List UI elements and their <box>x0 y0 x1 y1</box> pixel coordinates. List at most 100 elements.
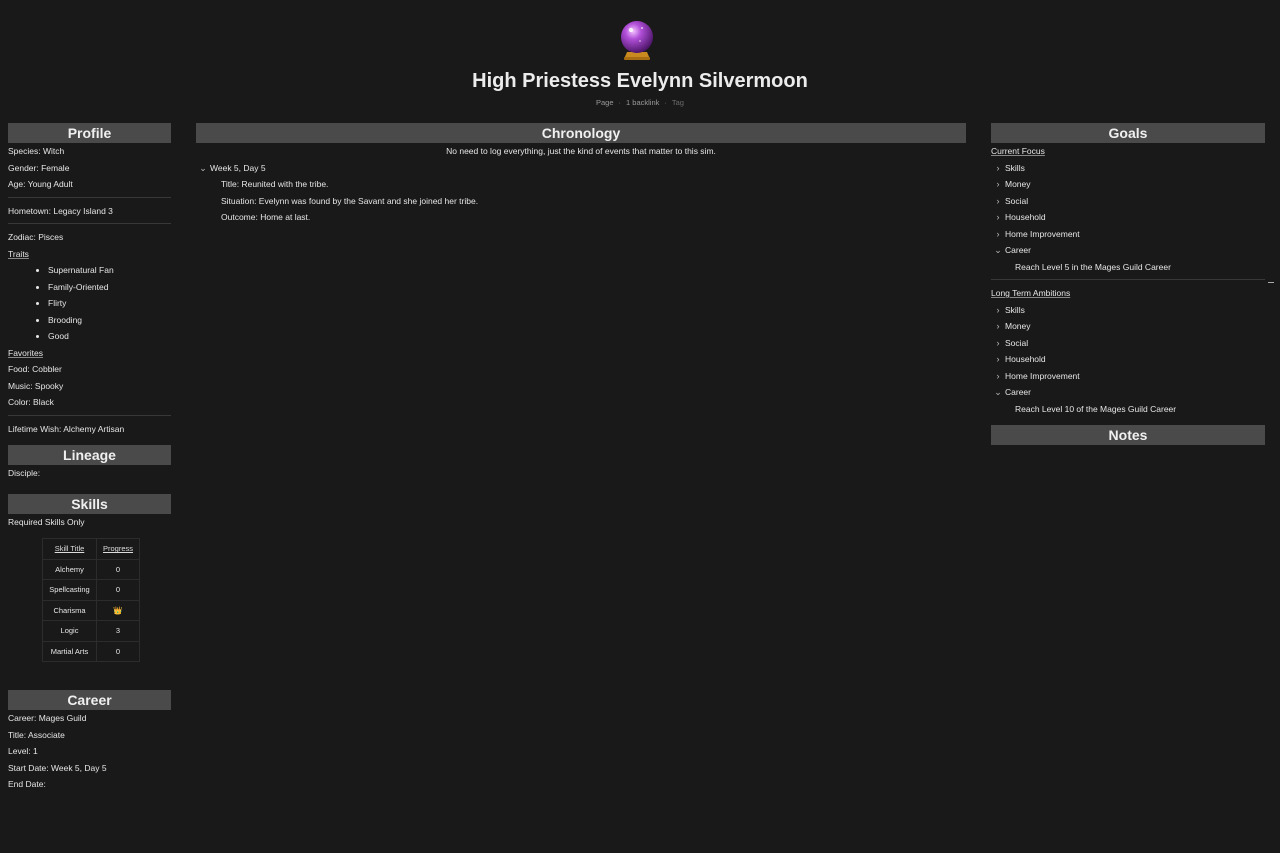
goal-toggle-career[interactable]: ⌄ Career <box>991 242 1265 259</box>
chevron-down-icon[interactable]: ⌄ <box>991 242 1005 259</box>
page-title[interactable]: High Priestess Evelynn Silvermoon <box>0 70 1280 93</box>
skill-name-cell[interactable]: Charisma <box>42 599 97 621</box>
ambition-toggle-label[interactable]: Household <box>1005 351 1046 368</box>
chronology-entry-toggle[interactable]: ⌄ Week 5, Day 5 <box>196 160 966 177</box>
traits-list: Supernatural Fan Family-Oriented Flirty … <box>8 262 171 345</box>
career-title-line[interactable]: Title: Associate <box>8 727 171 744</box>
goal-toggle-household[interactable]: › Household <box>991 209 1265 226</box>
goal-toggle-label[interactable]: Skills <box>1005 160 1025 177</box>
zodiac-line[interactable]: Zodiac: Pisces <box>8 229 171 246</box>
age-line[interactable]: Age: Young Adult <box>8 176 171 193</box>
ambition-toggle-home-improvement[interactable]: › Home Improvement <box>991 368 1265 385</box>
ambition-toggle-label[interactable]: Career <box>1005 384 1031 401</box>
ambition-toggle-career[interactable]: ⌄ Career <box>991 384 1265 401</box>
chronology-entry-label[interactable]: Week 5, Day 5 <box>210 160 266 177</box>
right-column: Goals Current Focus › Skills › Money › Soci… <box>991 123 1265 445</box>
chevron-right-icon[interactable]: › <box>991 193 1005 210</box>
lineage-header: Lineage <box>8 445 171 465</box>
trait-item[interactable]: Supernatural Fan <box>48 262 171 279</box>
chevron-right-icon[interactable]: › <box>991 226 1005 243</box>
ambition-toggle-money[interactable]: › Money <box>991 318 1265 335</box>
long-term-career-goal[interactable]: Reach Level 10 of the Mages Guild Career <box>991 401 1265 418</box>
skill-name-cell[interactable]: Spellcasting <box>42 579 97 601</box>
goal-toggle-label[interactable]: Household <box>1005 209 1046 226</box>
ambition-toggle-social[interactable]: › Social <box>991 335 1265 352</box>
chevron-down-icon[interactable]: ⌄ <box>991 384 1005 401</box>
goal-toggle-label[interactable]: Social <box>1005 193 1028 210</box>
divider <box>8 223 171 224</box>
current-focus-label[interactable]: Current Focus <box>991 143 1265 160</box>
goal-toggle-label[interactable]: Career <box>1005 242 1031 259</box>
traits-label[interactable]: Traits <box>8 246 171 263</box>
skill-progress-cell[interactable]: 0 <box>95 640 141 662</box>
chevron-right-icon[interactable]: › <box>991 176 1005 193</box>
chevron-right-icon[interactable]: › <box>991 209 1005 226</box>
color-line[interactable]: Color: Black <box>8 394 171 411</box>
table-row: Logic 3 <box>42 620 141 642</box>
skill-progress-cell[interactable]: 👑 <box>95 599 141 621</box>
tag-placeholder[interactable]: Tag <box>672 98 684 107</box>
backlink-link[interactable]: 1 backlink <box>626 98 659 107</box>
skills-subtitle[interactable]: Required Skills Only <box>8 514 171 531</box>
ambition-toggle-label[interactable]: Home Improvement <box>1005 368 1080 385</box>
long-term-ambitions-label[interactable]: Long Term Ambitions <box>991 285 1265 302</box>
trait-item[interactable]: Flirty <box>48 295 171 312</box>
ambition-toggle-label[interactable]: Social <box>1005 335 1028 352</box>
trait-item[interactable]: Good <box>48 328 171 345</box>
gender-line[interactable]: Gender: Female <box>8 160 171 177</box>
trait-item[interactable]: Brooding <box>48 312 171 329</box>
skill-name-cell[interactable]: Alchemy <box>42 558 97 580</box>
career-end-date-line[interactable]: End Date: <box>8 776 171 793</box>
trait-item[interactable]: Family-Oriented <box>48 279 171 296</box>
current-career-goal[interactable]: Reach Level 5 in the Mages Guild Career <box>991 259 1265 276</box>
chevron-right-icon[interactable]: › <box>991 368 1005 385</box>
music-line[interactable]: Music: Spooky <box>8 378 171 395</box>
goal-toggle-home-improvement[interactable]: › Home Improvement <box>991 226 1265 243</box>
goal-toggle-social[interactable]: › Social <box>991 193 1265 210</box>
skill-progress-cell[interactable]: 0 <box>95 579 141 601</box>
goal-toggle-label[interactable]: Money <box>1005 176 1031 193</box>
page-type-label: Page <box>596 98 614 107</box>
lifetime-wish-line[interactable]: Lifetime Wish: Alchemy Artisan <box>8 421 171 438</box>
career-start-date-line[interactable]: Start Date: Week 5, Day 5 <box>8 760 171 777</box>
skill-title-column-header[interactable]: Skill Title <box>42 538 97 560</box>
chevron-right-icon[interactable]: › <box>991 318 1005 335</box>
table-row: Spellcasting 0 <box>42 579 141 601</box>
chevron-down-icon[interactable]: ⌄ <box>196 160 210 177</box>
career-level-line[interactable]: Level: 1 <box>8 743 171 760</box>
skill-progress-cell[interactable]: 0 <box>95 558 141 580</box>
chevron-right-icon[interactable]: › <box>991 302 1005 319</box>
chronology-subtitle[interactable]: No need to log everything, just the kind… <box>196 143 966 160</box>
skill-name-cell[interactable]: Martial Arts <box>42 640 97 662</box>
hometown-line[interactable]: Hometown: Legacy Island 3 <box>8 203 171 220</box>
chevron-right-icon[interactable]: › <box>991 160 1005 177</box>
disciple-line[interactable]: Disciple: <box>8 465 171 482</box>
favorites-label[interactable]: Favorites <box>8 345 171 362</box>
food-line[interactable]: Food: Cobbler <box>8 361 171 378</box>
goal-toggle-label[interactable]: Home Improvement <box>1005 226 1080 243</box>
ambition-toggle-household[interactable]: › Household <box>991 351 1265 368</box>
chevron-right-icon[interactable]: › <box>991 335 1005 352</box>
scroll-indicator[interactable] <box>1268 282 1274 283</box>
career-line[interactable]: Career: Mages Guild <box>8 710 171 727</box>
skills-header: Skills <box>8 493 171 514</box>
skill-progress-cell[interactable]: 3 <box>95 620 141 642</box>
ambition-toggle-label[interactable]: Skills <box>1005 302 1025 319</box>
entry-outcome-line[interactable]: Outcome: Home at last. <box>196 209 966 226</box>
goal-toggle-skills[interactable]: › Skills <box>991 160 1265 177</box>
ambition-toggle-skills[interactable]: › Skills <box>991 302 1265 319</box>
skill-name-cell[interactable]: Logic <box>42 620 97 642</box>
table-row: Charisma 👑 <box>42 599 141 621</box>
goals-header: Goals <box>991 123 1265 143</box>
crystal-ball-icon[interactable] <box>618 19 656 61</box>
chevron-right-icon[interactable]: › <box>991 351 1005 368</box>
table-header-row: Skill Title Progress <box>42 538 141 560</box>
entry-situation-line[interactable]: Situation: Evelynn was found by the Sava… <box>196 193 966 210</box>
entry-title-line[interactable]: Title: Reunited with the tribe. <box>196 176 966 193</box>
species-line[interactable]: Species: Witch <box>8 143 171 160</box>
ambition-toggle-label[interactable]: Money <box>1005 318 1031 335</box>
profile-header: Profile <box>8 123 171 143</box>
goal-toggle-money[interactable]: › Money <box>991 176 1265 193</box>
progress-column-header[interactable]: Progress <box>95 538 141 560</box>
table-row: Alchemy 0 <box>42 558 141 580</box>
